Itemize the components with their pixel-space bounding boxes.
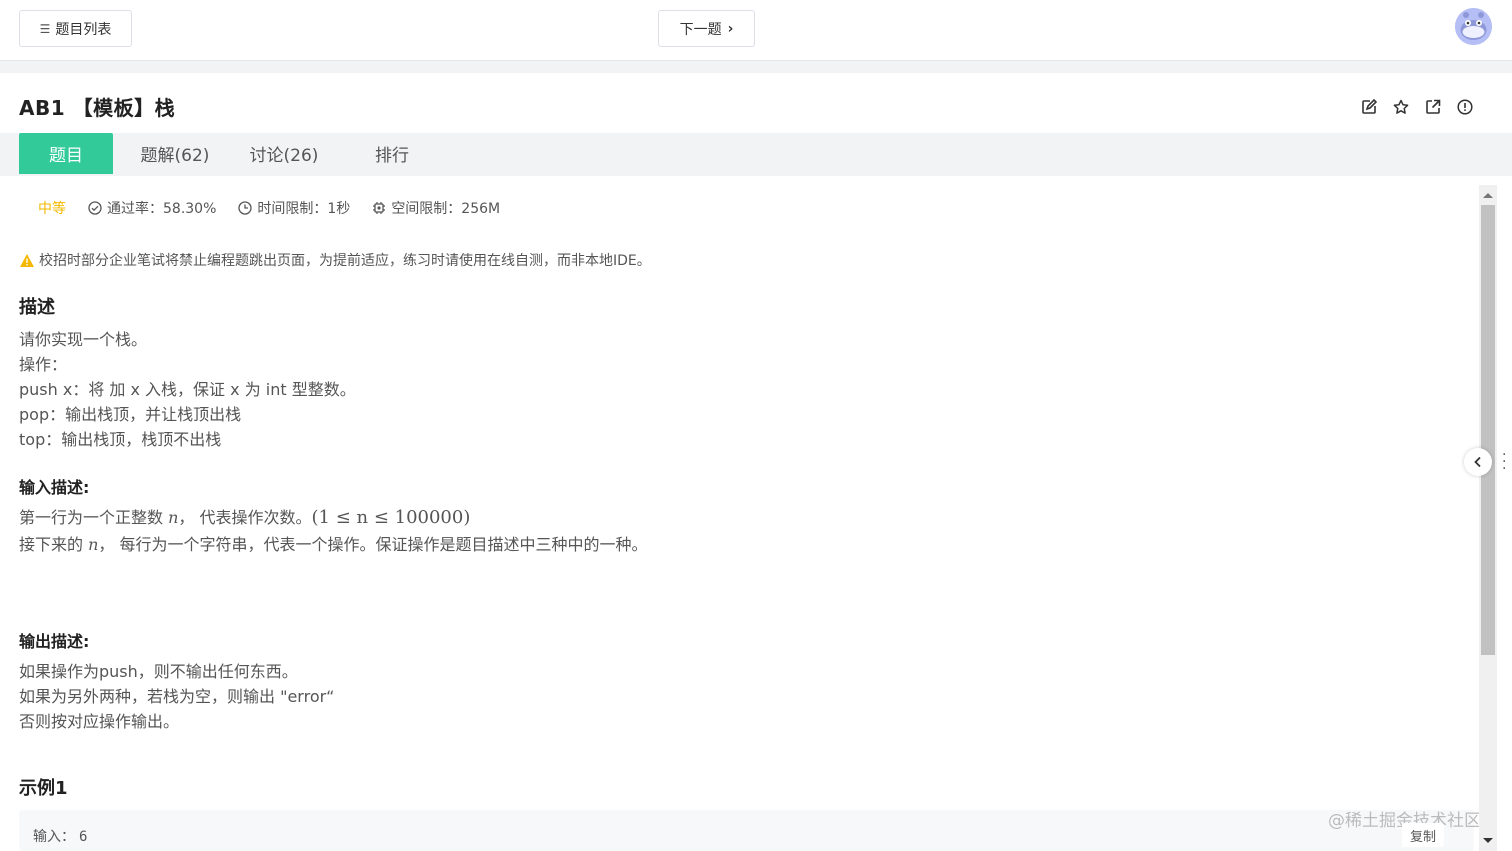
chip-icon <box>373 202 386 214</box>
space-limit: 空间限制：256M <box>372 198 500 218</box>
clock-icon <box>238 201 253 215</box>
description-line: 操作： <box>19 355 68 374</box>
tab-problem[interactable]: 题目 <box>19 133 113 174</box>
description-line: push x：将 加 x 入栈，保证 x 为 int 型整数。 <box>19 380 356 399</box>
chevron-left-icon <box>1474 456 1481 468</box>
tab-ranking[interactable]: 排行 <box>345 133 439 174</box>
chevron-right-icon: › <box>727 20 734 37</box>
list-icon: ☰ <box>39 21 51 36</box>
problem-list-label: 题目列表 <box>55 21 112 38</box>
difficulty-badge: 中等 <box>38 201 66 217</box>
page-title: AB1 【模板】栈 <box>19 96 176 120</box>
avatar-image <box>1455 8 1492 45</box>
input-line-1: 第一行为一个正整数 n， 代表操作次数。(1 ≤ n ≤ 100000) <box>19 504 648 531</box>
input-line-1-mid: ， 代表操作次数。 <box>178 508 312 527</box>
warning-text: 校招时部分企业笔试将禁止编程题跳出页面，为提前适应，练习时请使用在线自测，而非本… <box>39 253 651 269</box>
copy-button[interactable]: 复制 <box>1402 823 1444 847</box>
input-heading: 输入描述: <box>19 478 90 497</box>
report-icon[interactable] <box>1456 98 1474 116</box>
example-block: 输入： 6 <box>19 810 1474 851</box>
problem-meta: 中等 通过率：58.30% 时间限制：1秒 空间限制：256M <box>38 198 522 218</box>
input-var-n: n <box>88 535 99 554</box>
description-line: 请你实现一个栈。 <box>19 330 148 349</box>
scroll-up-arrow[interactable] <box>1483 193 1493 198</box>
scrollbar-thumb[interactable] <box>1481 205 1495 655</box>
problem-list-button[interactable]: ☰ 题目列表 <box>19 10 132 47</box>
output-line: 如果操作为push，则不输出任何东西。 <box>19 662 298 681</box>
time-limit-text: 时间限制：1秒 <box>257 201 351 217</box>
description-line: pop：输出栈顶，并让栈顶出栈 <box>19 405 242 424</box>
warning-icon <box>20 253 34 267</box>
collapse-panel-button[interactable] <box>1464 448 1492 476</box>
problem-toolbar <box>1360 98 1474 116</box>
share-icon[interactable] <box>1424 98 1442 116</box>
example-input: 输入： 6 <box>33 826 87 846</box>
check-circle-icon <box>88 201 102 215</box>
description-heading: 描述 <box>19 297 55 318</box>
warning-notice: 校招时部分企业笔试将禁止编程题跳出页面，为提前适应，练习时请使用在线自测，而非本… <box>19 250 651 270</box>
pass-rate-text: 通过率：58.30% <box>107 201 217 217</box>
next-problem-label: 下一题 <box>679 21 722 38</box>
top-bar: ☰ 题目列表 下一题 › <box>0 0 1512 61</box>
pass-rate: 通过率：58.30% <box>88 198 216 218</box>
input-var-n: n <box>168 508 179 527</box>
next-problem-button[interactable]: 下一题 › <box>658 10 755 47</box>
output-body: 如果操作为push，则不输出任何东西。 如果为另外两种，若栈为空，则输出 "er… <box>19 659 334 734</box>
example-input-value: 6 <box>79 829 88 845</box>
problem-tabs: 题目 题解(62) 讨论(26) 排行 <box>0 133 1512 176</box>
time-limit: 时间限制：1秒 <box>238 198 350 218</box>
example-heading: 示例1 <box>19 778 68 799</box>
space-limit-text: 空间限制：256M <box>391 201 501 217</box>
input-line-2-text: 接下来的 <box>19 535 89 554</box>
avatar[interactable] <box>1455 8 1492 45</box>
input-constraint: (1 ≤ n ≤ 100000) <box>311 507 471 528</box>
edit-icon[interactable] <box>1360 98 1378 116</box>
example-input-label: 输入： <box>33 829 75 845</box>
output-heading: 输出描述: <box>19 632 90 651</box>
scroll-down-arrow[interactable] <box>1483 838 1493 843</box>
more-vertical-icon[interactable]: · · · <box>1502 448 1506 476</box>
description-body: 请你实现一个栈。 操作： push x：将 加 x 入栈，保证 x 为 int … <box>19 327 356 452</box>
star-icon[interactable] <box>1392 98 1410 116</box>
input-body: 第一行为一个正整数 n， 代表操作次数。(1 ≤ n ≤ 100000) 接下来… <box>19 504 648 558</box>
tab-solutions[interactable]: 题解(62) <box>128 133 222 174</box>
input-line-1-text: 第一行为一个正整数 <box>19 508 169 527</box>
tab-discussion[interactable]: 讨论(26) <box>237 133 331 174</box>
description-line: top：输出栈顶，栈顶不出栈 <box>19 430 222 449</box>
output-line: 如果为另外两种，若栈为空，则输出 "error“ <box>19 687 335 706</box>
output-line: 否则按对应操作输出。 <box>19 712 180 731</box>
problem-card <box>0 73 1512 851</box>
input-line-2-post: ， 每行为一个字符串，代表一个操作。保证操作是题目描述中三种中的一种。 <box>98 535 648 554</box>
input-line-2: 接下来的 n， 每行为一个字符串，代表一个操作。保证操作是题目描述中三种中的一种… <box>19 531 648 558</box>
